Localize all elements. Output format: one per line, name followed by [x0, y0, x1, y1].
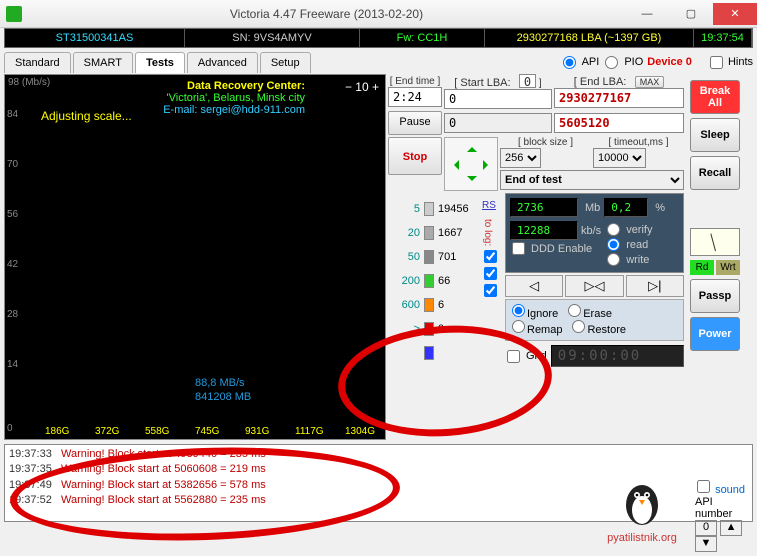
watermark: pyatilistnik.org: [597, 470, 687, 550]
current-lba-field: 5605120: [554, 113, 684, 133]
recovery-center-banner: Data Recovery Center: 'Victoria', Belaru…: [163, 80, 305, 116]
device-label: Device 0: [647, 56, 692, 68]
drive-info-bar: ST31500341AS SN: 9VS4AMYV Fw: CC1H 29302…: [4, 28, 753, 48]
log-check-err[interactable]: [484, 267, 497, 280]
write-radio[interactable]: [607, 253, 620, 266]
nav-arrows[interactable]: [444, 137, 498, 191]
stop-button[interactable]: Stop: [388, 137, 442, 175]
remap-radio[interactable]: Remap: [510, 320, 562, 336]
close-button[interactable]: ✕: [713, 3, 757, 25]
speed-graph: 98 (Mb/s) Data Recovery Center: 'Victori…: [4, 74, 386, 440]
step-up[interactable]: ▲: [720, 520, 742, 536]
arrow-left-icon[interactable]: [449, 160, 459, 170]
log-check-blue[interactable]: [484, 284, 497, 297]
api-radio[interactable]: [563, 56, 576, 69]
block-legend: 519456 201667 50701 20066 6006 >0: [388, 197, 478, 367]
maximize-button[interactable]: ▢: [669, 3, 713, 25]
api-number-field[interactable]: 0: [695, 520, 717, 536]
restore-radio[interactable]: Restore: [570, 320, 626, 336]
analog-meter: [690, 228, 740, 256]
tab-advanced[interactable]: Advanced: [187, 52, 258, 73]
action-panel: Ignore Erase Remap Restore: [505, 299, 684, 341]
recall-button[interactable]: Recall: [690, 156, 740, 190]
skip-back-button[interactable]: ▷◁: [565, 275, 623, 297]
arrow-right-icon[interactable]: [483, 160, 493, 170]
end-of-test-select[interactable]: End of test: [500, 170, 684, 190]
drive-firmware: Fw: CC1H: [360, 29, 485, 47]
sleep-button[interactable]: Sleep: [690, 118, 740, 152]
clock: 19:37:54: [694, 29, 752, 47]
end-time-field[interactable]: 2:24: [388, 87, 442, 107]
max-button[interactable]: MAX: [635, 76, 665, 88]
ddd-checkbox[interactable]: [512, 242, 525, 255]
ignore-radio[interactable]: Ignore: [510, 304, 558, 320]
pct-value: 0,2: [604, 198, 648, 217]
verify-radio[interactable]: [607, 223, 620, 236]
hints-checkbox[interactable]: [710, 56, 723, 69]
passp-button[interactable]: Passp: [690, 279, 740, 313]
kbs-value: 12288: [510, 221, 578, 240]
block-size-select[interactable]: 256: [500, 148, 541, 168]
zoom-control[interactable]: − 10 +: [345, 80, 379, 94]
tab-setup[interactable]: Setup: [260, 52, 311, 73]
start-lba-field[interactable]: 0: [444, 89, 552, 109]
rd-indicator: Rd: [690, 260, 714, 275]
app-icon: [6, 6, 22, 22]
end-lba-field[interactable]: 2930277167: [554, 88, 684, 108]
erase-radio[interactable]: Erase: [566, 304, 612, 320]
side-options: sound API number 0 ▲▼: [695, 480, 751, 552]
stats-panel: 2736Mb 0,2% 12288kb/s DDD Enable verify …: [505, 193, 684, 273]
drive-serial: SN: 9VS4AMYV: [185, 29, 360, 47]
drive-lba: 2930277168 LBA (~1397 GB): [485, 29, 694, 47]
arrow-up-icon[interactable]: [467, 142, 477, 152]
break-all-button[interactable]: BreakAll: [690, 80, 740, 114]
tab-standard[interactable]: Standard: [4, 52, 71, 73]
tab-tests[interactable]: Tests: [135, 52, 185, 73]
power-button[interactable]: Power: [690, 317, 740, 351]
timeout-select[interactable]: 10000: [593, 148, 646, 168]
read-radio[interactable]: [607, 238, 620, 251]
sound-checkbox[interactable]: [697, 480, 710, 493]
step-down[interactable]: ▼: [695, 536, 717, 552]
pause-button[interactable]: Pause: [388, 111, 442, 135]
adjusting-scale-label: Adjusting scale...: [41, 109, 132, 123]
wrt-indicator: Wrt: [716, 260, 740, 275]
tab-smart[interactable]: SMART: [73, 52, 133, 73]
mb-value: 2736: [510, 198, 578, 217]
grid-checkbox[interactable]: [507, 350, 520, 363]
position-field: 0: [444, 113, 552, 133]
drive-model: ST31500341AS: [5, 29, 185, 47]
prev-button[interactable]: ◁: [505, 275, 563, 297]
skip-fwd-button[interactable]: ▷|: [626, 275, 684, 297]
arrow-down-icon[interactable]: [467, 176, 477, 186]
minimize-button[interactable]: —: [625, 3, 669, 25]
window-title: Victoria 4.47 Freeware (2013-02-20): [28, 7, 625, 21]
seg-display: 09:00:00: [551, 345, 684, 367]
pio-radio[interactable]: [605, 56, 618, 69]
log-check-600[interactable]: [484, 250, 497, 263]
rs-link[interactable]: RS: [482, 200, 496, 211]
